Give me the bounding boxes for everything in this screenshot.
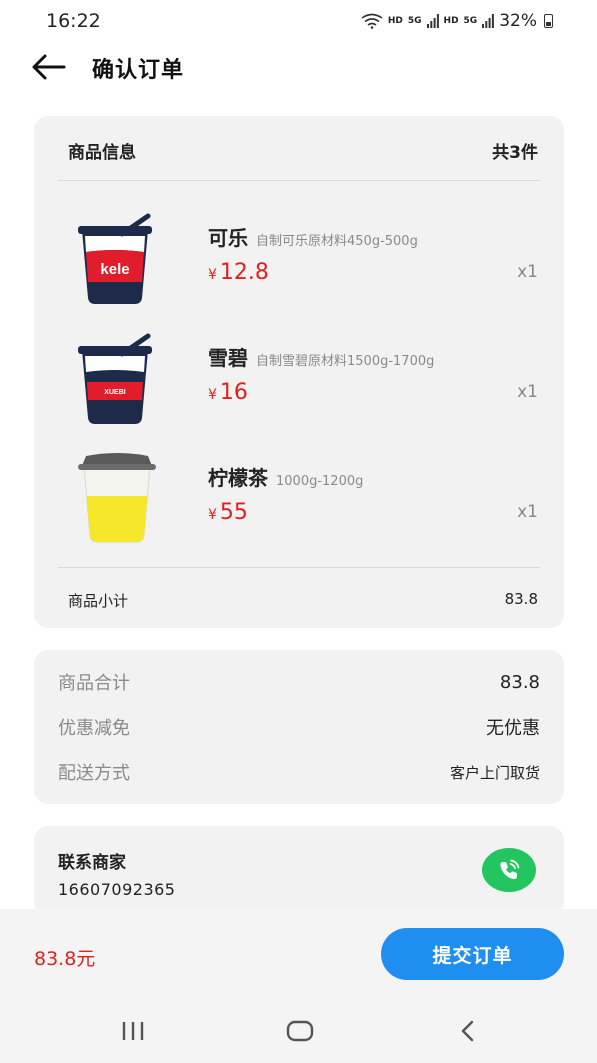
merchant-phone: 16607092365 <box>58 880 176 899</box>
hd-indicator: HD <box>387 16 403 26</box>
call-merchant-button[interactable] <box>482 848 536 892</box>
home-button[interactable] <box>280 1015 320 1047</box>
contact-title: 联系商家 <box>58 853 126 873</box>
product-spec: 1000g-1200g <box>276 474 364 489</box>
goods-section-title: 商品信息 <box>68 143 136 163</box>
cola-cup-label: kele <box>100 261 129 278</box>
order-total: 83.8元 <box>34 948 96 970</box>
subtotal-value: 83.8 <box>504 590 538 608</box>
sprite-cup-image: XUEBI <box>78 333 152 424</box>
summary-row-delivery[interactable]: 配送方式 客户上门取货 <box>58 757 540 787</box>
summary-row-total: 商品合计 83.8 <box>58 667 540 697</box>
summary-label: 商品合计 <box>58 673 130 694</box>
summary-row-discount: 优惠减免 无优惠 <box>58 712 540 742</box>
bottom-action-bar: 83.8元 提交订单 <box>0 909 597 999</box>
product-spec: 自制可乐原材料450g-500g <box>256 234 418 249</box>
goods-card: 商品信息 共3件 kele 可乐 自制可乐原材料450g-500g ¥ 12.8 … <box>34 116 564 628</box>
product-price: ¥ 16 <box>208 380 248 405</box>
signal-5g-label: 5G <box>407 16 422 26</box>
signal-5g-label: 5G <box>463 16 478 26</box>
product-item-cola[interactable]: kele 可乐 自制可乐原材料450g-500g ¥ 12.8 x1 <box>34 212 564 322</box>
divider <box>58 180 540 181</box>
status-bar: 16:22 HD 5G HD 5G 32% <box>0 0 597 44</box>
home-icon <box>286 1020 314 1042</box>
summary-value: 83.8 <box>499 671 540 693</box>
battery-percent: 32% <box>499 11 537 31</box>
back-button[interactable] <box>30 52 70 82</box>
battery-icon <box>544 14 553 28</box>
product-item-sprite[interactable]: XUEBI 雪碧 自制雪碧原材料1500g-1700g ¥ 16 x1 <box>34 332 564 442</box>
product-price: ¥ 12.8 <box>208 260 269 285</box>
product-quantity: x1 <box>517 502 538 522</box>
currency-symbol: ¥ <box>208 267 217 283</box>
summary-label: 优惠减免 <box>58 718 130 739</box>
hd-indicator: HD <box>443 16 459 26</box>
price-amount: 16 <box>219 380 248 405</box>
product-name-text: 可乐 <box>208 226 248 250</box>
product-name: 可乐 自制可乐原材料450g-500g <box>208 222 418 251</box>
currency-symbol: ¥ <box>208 507 217 523</box>
summary-value: 无优惠 <box>486 718 540 739</box>
status-time: 16:22 <box>46 10 101 32</box>
signal-icon <box>482 14 495 28</box>
system-nav-bar <box>0 999 597 1063</box>
product-name-text: 柠檬茶 <box>208 466 268 490</box>
header: 确认订单 <box>0 44 597 94</box>
submit-order-button[interactable]: 提交订单 <box>381 928 564 980</box>
price-amount: 12.8 <box>219 260 269 285</box>
summary-label: 配送方式 <box>58 763 130 784</box>
product-name: 雪碧 自制雪碧原材料1500g-1700g <box>208 342 434 371</box>
page-title: 确认订单 <box>92 58 185 83</box>
product-item-lemon-tea[interactable]: 柠檬茶 1000g-1200g ¥ 55 x1 <box>34 452 564 562</box>
signal-icon <box>426 14 439 28</box>
currency-symbol: ¥ <box>208 387 217 403</box>
wifi-icon <box>361 13 383 29</box>
price-amount: 55 <box>219 500 248 525</box>
nav-back-button[interactable] <box>448 1015 488 1047</box>
phone-call-icon <box>500 859 520 880</box>
sprite-cup-label: XUEBI <box>104 389 125 396</box>
product-name: 柠檬茶 1000g-1200g <box>208 462 363 491</box>
arrow-left-icon <box>32 54 66 80</box>
recents-button[interactable] <box>113 1015 153 1047</box>
subtotal-label: 商品小计 <box>68 592 129 610</box>
product-price: ¥ 55 <box>208 500 248 525</box>
product-spec: 自制雪碧原材料1500g-1700g <box>256 354 435 369</box>
nav-back-icon <box>461 1020 474 1042</box>
status-indicators: HD 5G HD 5G 32% <box>361 11 553 31</box>
goods-count: 共3件 <box>492 143 538 163</box>
divider <box>58 567 540 568</box>
lemon-tea-cup-image <box>78 453 156 543</box>
product-name-text: 雪碧 <box>208 346 248 370</box>
cola-cup-image: kele <box>78 213 152 304</box>
summary-value: 客户上门取货 <box>449 763 540 782</box>
product-quantity: x1 <box>517 382 538 402</box>
order-summary-card: 商品合计 83.8 优惠减免 无优惠 配送方式 客户上门取货 <box>34 650 564 804</box>
recents-icon <box>122 1022 144 1040</box>
contact-merchant-card: 联系商家 16607092365 <box>34 826 564 916</box>
product-quantity: x1 <box>517 262 538 282</box>
